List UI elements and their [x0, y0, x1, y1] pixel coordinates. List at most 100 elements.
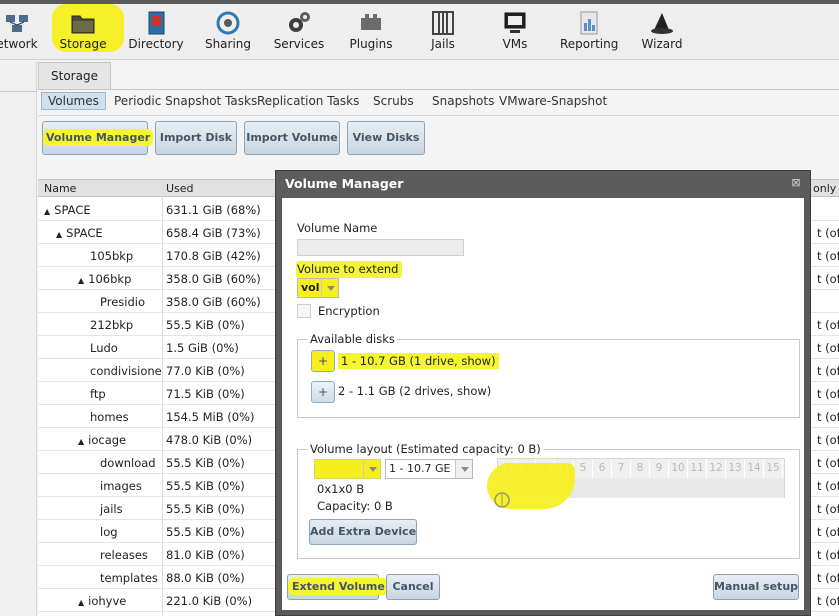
row-name: jails	[100, 502, 123, 516]
disk-group-2-label[interactable]: 2 - 1.1 GB (2 drives, show)	[338, 384, 491, 398]
row-name: ▲ iocage	[78, 433, 126, 447]
layout-disk-select[interactable]: 1 - 10.7 GE	[385, 459, 473, 479]
row-readonly: t (off	[817, 571, 839, 585]
disk-slot[interactable]: 11	[688, 459, 707, 478]
subtab-periodic-snapshot-tasks[interactable]: Periodic Snapshot Tasks	[114, 94, 257, 108]
import-volume-button[interactable]: Import Volume	[244, 121, 340, 155]
subtab-vmware-snapshot[interactable]: VMware-Snapshot	[499, 94, 607, 108]
disk-slot[interactable]: 8	[631, 459, 650, 478]
encryption-label: Encryption	[318, 304, 380, 318]
expand-arrow-icon[interactable]: ▲	[78, 437, 84, 446]
row-used: 154.5 MiB (0%)	[166, 410, 255, 424]
extend-volume-button[interactable]: Extend Volume	[287, 574, 389, 600]
row-readonly: t (off	[817, 364, 839, 378]
nav-jails[interactable]: Jails	[414, 6, 472, 56]
row-used: 221.0 KiB (0%)	[166, 594, 253, 608]
storage-subtabs: Volumes Periodic Snapshot Tasks Replicat…	[38, 89, 839, 116]
subtab-volumes[interactable]: Volumes	[41, 92, 106, 110]
disk-slot[interactable]: 7	[612, 459, 631, 478]
row-readonly: t (off	[817, 226, 839, 240]
layout-type-select[interactable]	[314, 459, 381, 479]
row-readonly: t (off	[817, 410, 839, 424]
subtab-snapshots[interactable]: Snapshots	[432, 94, 494, 108]
add-disk-group-1-button[interactable]: +	[311, 350, 335, 372]
nav-directory[interactable]: Directory	[127, 6, 185, 56]
disk-slot[interactable]: 12	[707, 459, 726, 478]
row-used: 71.5 KiB (0%)	[166, 387, 245, 401]
add-extra-device-button[interactable]: Add Extra Device	[309, 519, 417, 545]
expand-arrow-icon[interactable]: ▲	[56, 230, 62, 239]
expand-arrow-icon[interactable]: ▲	[78, 598, 84, 607]
disk-slot[interactable]: 15	[764, 459, 783, 478]
disk-slot[interactable]: 14	[745, 459, 764, 478]
volume-name-input[interactable]	[297, 239, 464, 256]
header-name[interactable]: Name	[44, 182, 76, 195]
disk-slot[interactable]: 6	[593, 459, 612, 478]
nav-network[interactable]: etwork	[0, 6, 42, 56]
chevron-down-icon	[321, 279, 338, 297]
nav-label: Wizard	[641, 37, 683, 51]
chevron-down-icon	[363, 460, 380, 478]
nav-label: Directory	[128, 37, 184, 51]
nav-vms[interactable]: VMs	[486, 6, 544, 56]
row-readonly: t (off	[817, 341, 839, 355]
left-tree-panel	[0, 61, 37, 616]
import-disk-button[interactable]: Import Disk	[155, 121, 237, 155]
resize-handle-icon[interactable]	[493, 491, 511, 509]
volume-manager-button[interactable]: Volume Manager	[42, 121, 154, 155]
row-used: 55.5 KiB (0%)	[166, 456, 245, 470]
encryption-checkbox[interactable]	[297, 304, 311, 318]
tab-storage[interactable]: Storage	[38, 62, 111, 89]
row-name-text: iocage	[88, 433, 127, 447]
nav-reporting[interactable]: Reporting	[560, 6, 618, 56]
manual-setup-button[interactable]: Manual setup	[713, 574, 799, 600]
disk-slot[interactable]: 5	[574, 459, 593, 478]
nav-wizard[interactable]: Wizard	[633, 6, 691, 56]
row-name: 212bkp	[90, 318, 133, 332]
volume-to-extend-select[interactable]: vol	[297, 278, 339, 298]
view-disks-button[interactable]: View Disks	[347, 121, 425, 155]
extend-volume-label: Extend Volume	[288, 578, 389, 595]
subtab-replication-tasks[interactable]: Replication Tasks	[257, 94, 359, 108]
nav-storage[interactable]: Storage	[54, 6, 112, 56]
row-name: ftp	[90, 387, 106, 401]
nav-sharing[interactable]: Sharing	[199, 6, 257, 56]
dialog-title: Volume Manager	[276, 171, 810, 197]
disk-group-1-label[interactable]: 1 - 10.7 GB (1 drive, show)	[338, 353, 499, 369]
row-readonly: t (off	[817, 502, 839, 516]
disk-slot[interactable]: 13	[726, 459, 745, 478]
add-disk-group-2-button[interactable]: +	[311, 381, 335, 403]
row-name-text: download	[100, 456, 156, 470]
row-readonly: t (off	[817, 594, 839, 608]
row-used: 55.5 KiB (0%)	[166, 318, 245, 332]
header-readonly[interactable]: only	[813, 182, 836, 195]
disk-slot[interactable]: 9	[650, 459, 669, 478]
row-name: 105bkp	[90, 249, 133, 263]
expand-arrow-icon[interactable]: ▲	[78, 276, 84, 285]
top-navigation-bar: etwork Storage Directory Sharing Service…	[0, 0, 839, 60]
row-used: 358.0 GiB (60%)	[166, 295, 261, 309]
expand-arrow-icon[interactable]: ▲	[44, 207, 50, 216]
layout-geometry: 0x1x0 B	[317, 482, 365, 496]
row-name: log	[100, 525, 118, 539]
row-used: 1.5 GiB (0%)	[166, 341, 239, 355]
close-icon[interactable]: ⊠	[790, 177, 802, 189]
volume-to-extend-value: vol	[301, 281, 320, 294]
nav-services[interactable]: Services	[270, 6, 328, 56]
row-readonly: t (off	[817, 387, 839, 401]
volume-name-label: Volume Name	[297, 221, 378, 235]
row-readonly: t (off	[817, 479, 839, 493]
disk-slot[interactable]: 10	[669, 459, 688, 478]
tree-divider	[0, 91, 37, 92]
row-name-text: jails	[100, 502, 123, 516]
plugins-icon	[361, 14, 381, 30]
header-used[interactable]: Used	[166, 182, 194, 195]
row-name-text: SPACE	[54, 203, 91, 217]
cancel-button[interactable]: Cancel	[386, 574, 440, 600]
subtab-scrubs[interactable]: Scrubs	[373, 94, 414, 108]
nav-label: Sharing	[204, 37, 252, 51]
nav-plugins[interactable]: Plugins	[342, 6, 400, 56]
row-name: ▲ iohyve	[78, 594, 126, 608]
row-used: 77.0 KiB (0%)	[166, 364, 245, 378]
row-name: Ludo	[90, 341, 118, 355]
